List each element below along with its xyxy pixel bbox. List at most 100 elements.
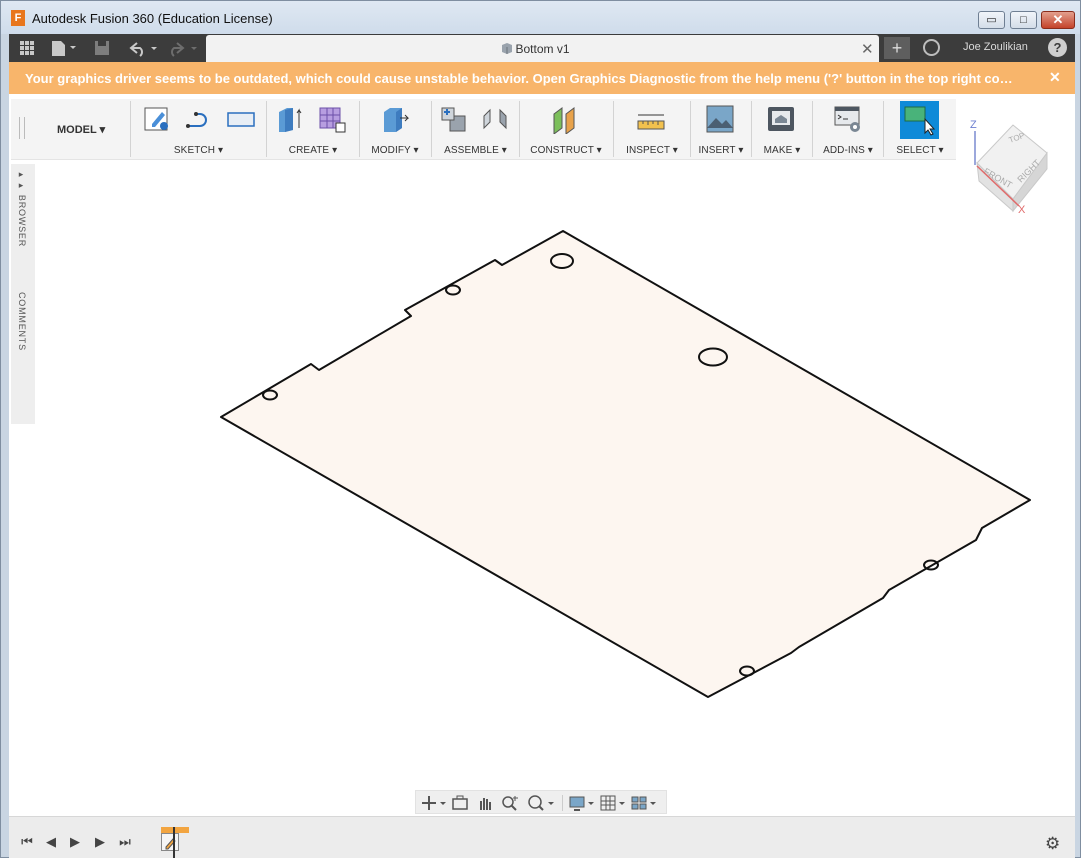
- fusion-logo-icon: F: [11, 10, 25, 26]
- document-tab[interactable]: Bottom v1 ✕: [206, 35, 879, 62]
- ribbon-divider: [883, 101, 884, 157]
- joint-icon[interactable]: [480, 104, 510, 134]
- close-window-button[interactable]: ✕: [1041, 11, 1075, 29]
- insert-group[interactable]: INSERT ▾: [693, 99, 749, 160]
- go-to-start-button[interactable]: ⏮: [19, 834, 35, 850]
- grid-settings-icon[interactable]: [599, 794, 627, 812]
- browser-sidebar: ▸▸ BROWSER COMMENTS: [11, 164, 35, 424]
- create-group[interactable]: CREATE ▾: [269, 99, 357, 160]
- redo-icon[interactable]: [167, 38, 201, 58]
- look-at-icon[interactable]: [450, 794, 470, 812]
- scripts-addins-icon[interactable]: [833, 104, 863, 134]
- create-sketch-icon[interactable]: [142, 104, 172, 134]
- rectangle-icon[interactable]: [226, 104, 256, 134]
- ribbon-divider: [613, 101, 614, 157]
- timeline-playhead[interactable]: [173, 827, 175, 858]
- ribbon-divider: [812, 101, 813, 157]
- warning-message: Your graphics driver seems to be outdate…: [25, 71, 1013, 86]
- model-view: [220, 230, 1031, 698]
- window-title: Autodesk Fusion 360 (Education License): [32, 11, 273, 26]
- measure-icon[interactable]: [636, 104, 666, 134]
- new-component-icon[interactable]: [438, 104, 468, 134]
- construct-group[interactable]: CONSTRUCT ▾: [522, 99, 610, 160]
- navigation-bar: [415, 790, 667, 814]
- add-ins-menu-label: ADD-INS ▾: [823, 145, 873, 156]
- inspect-group[interactable]: INSPECT ▾: [616, 99, 688, 160]
- viewport-canvas[interactable]: [9, 94, 1075, 816]
- job-status-icon[interactable]: [923, 39, 940, 56]
- browser-tab[interactable]: ▸▸ BROWSER: [17, 170, 27, 247]
- user-name[interactable]: Joe Zoulikian: [963, 41, 1028, 53]
- minimize-button[interactable]: ▭: [978, 11, 1005, 29]
- modify-group[interactable]: MODIFY ▾: [362, 99, 428, 160]
- save-icon[interactable]: [93, 38, 111, 58]
- play-button[interactable]: ▶: [67, 834, 83, 850]
- modify-menu-label: MODIFY ▾: [371, 145, 419, 156]
- ribbon-grip-icon[interactable]: [19, 117, 25, 139]
- add-ins-group[interactable]: ADD-INS ▾: [815, 99, 881, 160]
- display-settings-icon[interactable]: [568, 794, 596, 812]
- assemble-menu-label: ASSEMBLE ▾: [444, 145, 507, 156]
- ribbon-divider: [690, 101, 691, 157]
- line-icon[interactable]: [184, 104, 214, 134]
- select-tool-button[interactable]: [900, 101, 939, 139]
- maximize-button[interactable]: □: [1010, 11, 1037, 29]
- orbit-icon[interactable]: [420, 794, 448, 812]
- ribbon-divider: [519, 101, 520, 157]
- step-forward-button[interactable]: ▶: [92, 834, 108, 850]
- select-group[interactable]: SELECT ▾: [886, 99, 954, 160]
- new-tab-button[interactable]: +: [884, 37, 910, 59]
- ribbon-divider: [266, 101, 267, 157]
- construct-menu-label: CONSTRUCT ▾: [530, 145, 602, 156]
- pan-icon[interactable]: [475, 794, 495, 812]
- select-icon: [904, 106, 936, 136]
- z-axis-label: Z: [970, 119, 977, 131]
- timeline: ⏮ ◀ ▶ ▶ ⏭ ⚙: [9, 816, 1075, 858]
- sketch-menu-label: SKETCH ▾: [173, 145, 224, 156]
- close-icon: ✕: [1052, 12, 1064, 27]
- go-to-end-button[interactable]: ⏭: [117, 834, 133, 850]
- document-tab-label: Bottom v1: [515, 42, 570, 56]
- viewports-icon[interactable]: [630, 794, 658, 812]
- workspace-switcher[interactable]: MODEL ▾: [57, 123, 105, 136]
- maximize-icon: □: [1020, 14, 1027, 26]
- form-icon[interactable]: [317, 104, 347, 134]
- press-pull-icon[interactable]: [380, 104, 410, 134]
- ribbon-divider: [751, 101, 752, 157]
- step-back-button[interactable]: ◀: [43, 834, 59, 850]
- gear-icon[interactable]: ⚙: [1045, 834, 1060, 854]
- close-tab-icon[interactable]: ✕: [861, 40, 874, 58]
- offset-plane-icon[interactable]: [550, 104, 580, 134]
- create-menu-label: CREATE ▾: [288, 145, 338, 156]
- 3d-print-icon[interactable]: [766, 104, 796, 134]
- warning-close-icon[interactable]: ✕: [1049, 69, 1061, 86]
- assemble-group[interactable]: ASSEMBLE ▾: [434, 99, 517, 160]
- grid-icon[interactable]: [17, 38, 37, 58]
- undo-icon[interactable]: [125, 38, 159, 58]
- make-group[interactable]: MAKE ▾: [754, 99, 810, 160]
- select-menu-label: SELECT ▾: [896, 145, 944, 156]
- make-menu-label: MAKE ▾: [763, 145, 801, 156]
- sketch-group[interactable]: SKETCH ▾: [136, 99, 261, 160]
- comments-tab[interactable]: COMMENTS: [17, 292, 27, 351]
- toolbar-ribbon: MODEL ▾ SKETCH ▾ CREATE ▾ MODIFY ▾ ASSEM…: [11, 99, 956, 160]
- extrude-icon[interactable]: [275, 104, 305, 134]
- help-icon[interactable]: ?: [1048, 38, 1067, 57]
- application-window: F Autodesk Fusion 360 (Education License…: [0, 0, 1081, 858]
- minimize-icon: ▭: [986, 14, 997, 26]
- timeline-sketch-feature[interactable]: [161, 833, 179, 851]
- file-icon[interactable]: [49, 38, 79, 58]
- fit-icon[interactable]: [526, 794, 556, 812]
- graphics-driver-warning: Your graphics driver seems to be outdate…: [9, 62, 1075, 94]
- inspect-menu-label: INSPECT ▾: [626, 145, 678, 156]
- ribbon-divider: [359, 101, 360, 157]
- bottom-plate-body[interactable]: [220, 230, 1031, 698]
- sketch-feature-icon: [165, 838, 176, 850]
- insert-image-icon[interactable]: [705, 104, 735, 134]
- title-bar: F Autodesk Fusion 360 (Education License…: [1, 1, 1080, 34]
- browser-tab-label: BROWSER: [17, 194, 27, 248]
- zoom-icon[interactable]: [500, 794, 520, 812]
- view-cube[interactable]: TOP FRONT RIGHT Z X: [963, 111, 1059, 221]
- navbar-divider: [562, 795, 563, 811]
- expand-arrows-icon: ▸▸: [17, 170, 27, 192]
